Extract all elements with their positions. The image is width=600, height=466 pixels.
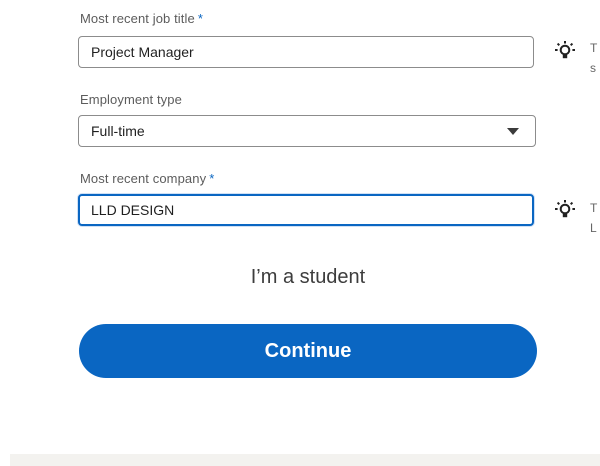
- company-label: Most recent company *: [80, 171, 215, 186]
- required-marker: *: [197, 11, 203, 26]
- company-tip-text: T L: [590, 198, 597, 238]
- employment-type-label: Employment type: [80, 92, 182, 107]
- im-a-student-link[interactable]: I’m a student: [0, 266, 600, 289]
- tip-line: L: [590, 221, 597, 235]
- employment-type-select[interactable]: Full-time: [78, 115, 536, 147]
- job-title-label: Most recent job title *: [80, 11, 203, 26]
- job-title-tip-text: T s: [590, 38, 597, 78]
- lightbulb-icon[interactable]: [553, 199, 577, 223]
- tip-line: s: [590, 61, 596, 75]
- required-marker: *: [209, 171, 215, 186]
- footer-band: [10, 454, 600, 466]
- continue-button[interactable]: Continue: [79, 324, 537, 378]
- company-input[interactable]: [78, 194, 534, 226]
- tip-line: T: [590, 201, 598, 215]
- caret-down-icon: [507, 128, 519, 135]
- lightbulb-icon[interactable]: [553, 40, 577, 64]
- employment-type-value: Full-time: [91, 123, 145, 139]
- tip-line: T: [590, 41, 598, 55]
- job-title-input[interactable]: [78, 36, 534, 68]
